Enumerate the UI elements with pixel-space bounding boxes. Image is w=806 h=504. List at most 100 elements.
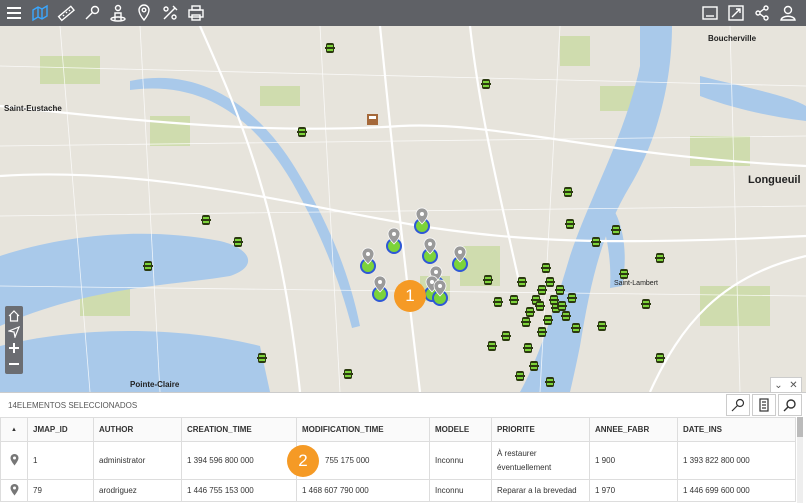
cell-date-ins: 1 393 822 800 000: [677, 441, 796, 480]
menu-icon[interactable]: [2, 1, 26, 25]
hydrant-marker[interactable]: [525, 307, 535, 317]
location-pin-icon[interactable]: [132, 1, 156, 25]
hydrant-marker[interactable]: [257, 353, 267, 363]
cell-jmap-id: 1: [27, 441, 94, 480]
person-icon[interactable]: [106, 1, 130, 25]
hydrant-marker[interactable]: [641, 299, 651, 309]
column-header[interactable]: ANNEE_FABR: [589, 417, 678, 442]
hydrant-marker[interactable]: [597, 321, 607, 331]
zoom-out-icon[interactable]: [6, 356, 22, 372]
map-view[interactable]: Boucherville Saint-Eustache Longueuil Sa…: [0, 26, 806, 392]
hydrant-marker[interactable]: [325, 43, 335, 53]
hydrant-marker[interactable]: [201, 215, 211, 225]
hydrant-marker[interactable]: [655, 353, 665, 363]
inspection-marker[interactable]: [422, 237, 438, 264]
zoom-in-icon[interactable]: [6, 340, 22, 356]
hydrant-marker[interactable]: [535, 301, 545, 311]
attribute-table: ▲ JMAP_ID AUTHOR CREATION_TIME MODIFICAT…: [0, 417, 796, 502]
hydrant-marker[interactable]: [541, 263, 551, 273]
column-header[interactable]: JMAP_ID: [27, 417, 94, 442]
table-scrollbar[interactable]: [797, 417, 803, 503]
report-icon[interactable]: [752, 394, 776, 416]
draw-icon[interactable]: [158, 1, 182, 25]
close-panel-icon[interactable]: ✕: [789, 380, 797, 391]
table-row[interactable]: 1 administrator 1 394 596 800 000 2 755 …: [0, 441, 796, 480]
hydrant-marker[interactable]: [537, 285, 547, 295]
hydrant-marker[interactable]: [545, 377, 555, 387]
hydrant-marker[interactable]: [515, 371, 525, 381]
hydrant-marker[interactable]: [561, 311, 571, 321]
hydrant-marker[interactable]: [529, 361, 539, 371]
hydrant-marker[interactable]: [297, 127, 307, 137]
scrollbar-thumb[interactable]: [797, 417, 803, 437]
column-header[interactable]: MODELE: [429, 417, 492, 442]
map-layers-icon[interactable]: [28, 1, 52, 25]
hydrant-marker[interactable]: [619, 269, 629, 279]
inspection-marker[interactable]: [360, 247, 376, 274]
hydrant-marker[interactable]: [487, 341, 497, 351]
hydrant-marker[interactable]: [343, 369, 353, 379]
hydrant-marker[interactable]: [555, 285, 565, 295]
hydrant-marker[interactable]: [537, 327, 547, 337]
hydrant-marker[interactable]: [545, 277, 555, 287]
hydrant-marker[interactable]: [501, 331, 511, 341]
inspection-marker[interactable]: [432, 279, 448, 306]
table-row[interactable]: 79 arodriguez 1 446 755 153 000 1 468 60…: [0, 479, 796, 502]
search-icon[interactable]: [778, 394, 802, 416]
hydrant-marker[interactable]: [509, 295, 519, 305]
fullscreen-icon[interactable]: [724, 1, 748, 25]
user-icon[interactable]: [776, 1, 800, 25]
inspection-marker[interactable]: [452, 245, 468, 272]
hydrant-marker[interactable]: [233, 237, 243, 247]
share-icon[interactable]: [750, 1, 774, 25]
cell-priorite: À restaurer éventuellement: [491, 441, 590, 480]
panel-header: 14ELEMENTOS SELECCIONADOS: [0, 393, 806, 417]
hydrant-marker[interactable]: [591, 237, 601, 247]
cell-creation-time: 1 394 596 800 000: [181, 441, 297, 480]
cell-modification-time: 1 468 607 790 000: [296, 479, 430, 502]
inspection-marker[interactable]: [372, 275, 388, 302]
hydrant-marker[interactable]: [655, 253, 665, 263]
cell-annee-fabr: 1 970: [589, 479, 678, 502]
hydrant-marker[interactable]: [483, 275, 493, 285]
hydrant-marker[interactable]: [143, 261, 153, 271]
building-icon[interactable]: [367, 114, 378, 125]
locate-arrow-icon[interactable]: [6, 324, 22, 340]
hydrant-marker[interactable]: [523, 343, 533, 353]
zoom-to-selection-icon[interactable]: [726, 394, 750, 416]
map-markers: [143, 43, 665, 387]
inspection-marker[interactable]: [414, 207, 430, 234]
ruler-icon[interactable]: [54, 1, 78, 25]
column-header[interactable]: CREATION_TIME: [181, 417, 297, 442]
pushpin-icon[interactable]: [80, 1, 104, 25]
hydrant-marker[interactable]: [565, 219, 575, 229]
hydrant-marker[interactable]: [493, 297, 503, 307]
row-location-pin-icon[interactable]: [0, 441, 28, 480]
print-icon[interactable]: [184, 1, 208, 25]
hydrant-marker[interactable]: [521, 317, 531, 327]
column-header[interactable]: MODIFICATION_TIME: [296, 417, 430, 442]
hydrant-marker[interactable]: [517, 277, 527, 287]
hydrant-marker[interactable]: [557, 301, 567, 311]
home-icon[interactable]: [6, 308, 22, 324]
hydrant-marker[interactable]: [549, 295, 559, 305]
collapse-icon[interactable]: ⌄: [774, 380, 782, 391]
top-toolbar: [0, 0, 806, 26]
row-location-pin-icon[interactable]: [0, 479, 28, 502]
column-header[interactable]: DATE_INS: [677, 417, 796, 442]
inspection-marker[interactable]: [386, 227, 402, 254]
hydrant-marker[interactable]: [567, 293, 577, 303]
cell-modele: Inconnu: [429, 441, 492, 480]
column-header[interactable]: AUTHOR: [93, 417, 182, 442]
column-header[interactable]: PRIORITE: [491, 417, 590, 442]
hydrant-marker[interactable]: [481, 79, 491, 89]
callout-badge-1: 1: [394, 280, 426, 312]
window-icon[interactable]: [698, 1, 722, 25]
hydrant-marker[interactable]: [563, 187, 573, 197]
sort-column[interactable]: ▲: [0, 417, 28, 442]
hydrant-marker[interactable]: [543, 315, 553, 325]
hydrant-marker[interactable]: [611, 225, 621, 235]
app: Boucherville Saint-Eustache Longueuil Sa…: [0, 0, 806, 504]
hydrant-marker[interactable]: [571, 323, 581, 333]
callout-badge-2: 2: [287, 445, 319, 477]
